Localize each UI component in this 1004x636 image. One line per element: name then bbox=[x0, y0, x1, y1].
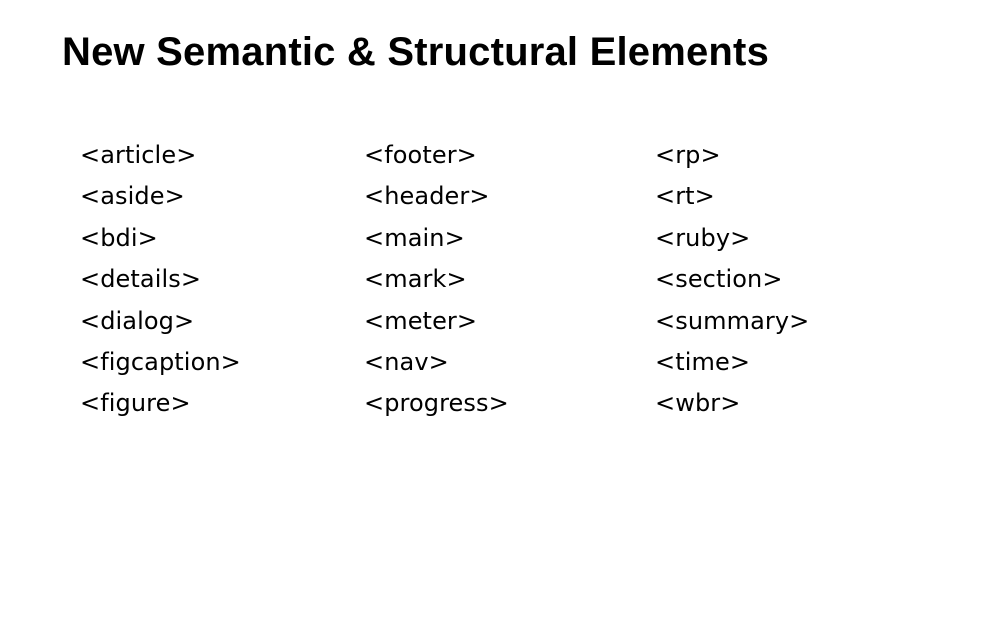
element-item: <details> bbox=[80, 265, 202, 294]
slide-title: New Semantic & Structural Elements bbox=[62, 30, 770, 74]
element-column-2: <footer> <header> <main> <mark> <meter> … bbox=[364, 135, 509, 425]
element-item: <nav> bbox=[364, 347, 449, 376]
slide: New Semantic & Structural Elements <arti… bbox=[0, 0, 1004, 636]
element-item: <ruby> bbox=[655, 223, 751, 252]
element-item: <main> bbox=[364, 223, 465, 252]
element-item: <wbr> bbox=[655, 389, 741, 418]
element-item: <figure> bbox=[80, 389, 191, 418]
element-column-1: <article> <aside> <bdi> <details> <dialo… bbox=[80, 135, 241, 425]
element-column-3: <rp> <rt> <ruby> <section> <summary> <ti… bbox=[655, 135, 809, 425]
element-item: <meter> bbox=[364, 306, 478, 335]
element-item: <header> bbox=[364, 182, 490, 211]
element-item: <section> bbox=[655, 265, 783, 294]
element-item: <progress> bbox=[364, 389, 509, 418]
element-item: <rp> bbox=[655, 141, 721, 169]
element-item: <footer> bbox=[364, 141, 477, 169]
element-item: <time> bbox=[655, 347, 751, 376]
element-item: <bdi> bbox=[80, 223, 158, 252]
element-item: <dialog> bbox=[80, 306, 195, 335]
element-item: <mark> bbox=[364, 265, 467, 294]
element-item: <article> bbox=[80, 141, 197, 169]
element-item: <summary> bbox=[655, 306, 810, 335]
element-item: <aside> bbox=[80, 182, 185, 211]
element-item: <rt> bbox=[655, 182, 715, 211]
element-item: <figcaption> bbox=[80, 347, 241, 376]
